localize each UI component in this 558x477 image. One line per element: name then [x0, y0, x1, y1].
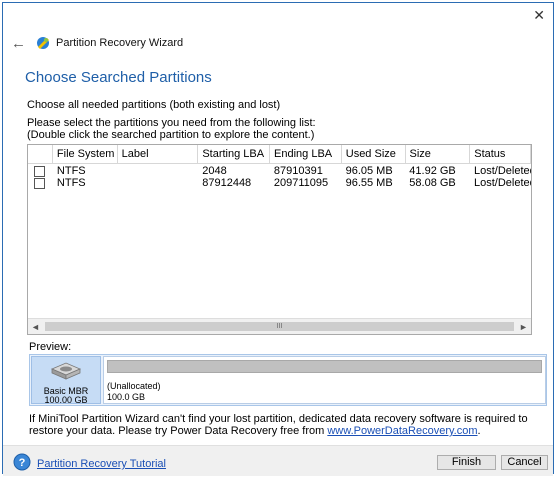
hard-disk-icon — [50, 362, 82, 380]
cell-size: 41.92 GB — [409, 165, 456, 177]
disk-size: 100.00 GB — [44, 395, 88, 405]
window-title: Partition Recovery Wizard — [56, 37, 184, 49]
svg-text:?: ? — [19, 457, 26, 469]
row-checkbox[interactable] — [34, 178, 45, 189]
scroll-thumb[interactable]: III — [45, 322, 514, 331]
partition-size: 100.0 GB — [107, 392, 146, 402]
cell-starting-lba: 2048 — [202, 165, 227, 177]
preview-label: Preview: — [29, 341, 72, 353]
cell-ending-lba: 87910391 — [273, 165, 323, 177]
cell-ending-lba: 209711095 — [273, 177, 329, 189]
page-heading: Choose Searched Partitions — [25, 69, 212, 86]
title-bar: ← Partition Recovery Wizard — [11, 33, 183, 53]
cell-file-system: NTFS — [56, 165, 86, 177]
instructions: Please select the partitions you need fr… — [27, 117, 316, 141]
help-icon[interactable]: ? — [13, 453, 31, 471]
column-header-starting-lba[interactable]: Starting LBA — [198, 145, 271, 163]
column-header-ending-lba[interactable]: Ending LBA — [270, 145, 342, 163]
close-icon[interactable]: ✕ — [533, 7, 545, 24]
column-header-status[interactable]: Status — [470, 145, 531, 163]
cell-used-size: 96.05 MB — [345, 165, 393, 177]
partition-block[interactable]: (Unallocated) 100.0 GB — [103, 356, 546, 404]
scroll-right-icon[interactable]: ► — [516, 322, 531, 332]
row-checkbox[interactable] — [34, 166, 45, 177]
finish-button[interactable]: Finish — [437, 455, 496, 470]
recovery-info-text: If MiniTool Partition Wizard can't find … — [29, 413, 549, 437]
column-header-select[interactable] — [28, 145, 53, 163]
column-header-label[interactable]: Label — [118, 145, 199, 163]
scroll-left-icon[interactable]: ◄ — [28, 322, 43, 332]
wizard-window: ✕ ← Partition Recovery Wizard Choose Sea… — [2, 2, 554, 476]
instruction-line-2: (Double click the searched partition to … — [27, 129, 315, 141]
power-data-recovery-link[interactable]: www.PowerDataRecovery.com — [327, 425, 477, 437]
back-arrow-icon[interactable]: ← — [11, 35, 29, 52]
column-header-used-size[interactable]: Used Size — [342, 145, 406, 163]
partition-name: (Unallocated) — [107, 381, 161, 391]
disk-preview: Basic MBR 100.00 GB (Unallocated) 100.0 … — [29, 354, 547, 406]
partition-recovery-tutorial-link[interactable]: Partition Recovery Tutorial — [37, 458, 166, 470]
cell-size: 58.08 GB — [409, 177, 456, 189]
partition-table: File System Label Starting LBA Ending LB… — [27, 144, 532, 335]
column-header-size[interactable]: Size — [406, 145, 471, 163]
column-header-file-system[interactable]: File System — [53, 145, 118, 163]
info-end: . — [477, 425, 481, 437]
horizontal-scrollbar[interactable]: ◄ III ► — [28, 318, 531, 334]
instruction-line-1: Please select the partitions you need fr… — [27, 117, 316, 129]
table-row[interactable]: NTFS 2048 87910391 96.05 MB 41.92 GB Los… — [28, 165, 531, 177]
cell-label — [118, 177, 199, 189]
cell-file-system: NTFS — [56, 177, 86, 189]
cell-label — [118, 165, 199, 177]
disk-block[interactable]: Basic MBR 100.00 GB — [31, 356, 101, 405]
cell-used-size: 96.55 MB — [345, 177, 393, 189]
cell-starting-lba: 87912448 — [202, 177, 252, 189]
cancel-button[interactable]: Cancel — [501, 455, 548, 470]
cell-status: Lost/Deleted — [474, 177, 532, 189]
cell-status: Lost/Deleted — [474, 165, 532, 177]
table-header: File System Label Starting LBA Ending LB… — [28, 145, 531, 164]
partition-usage-bar — [107, 360, 542, 373]
table-row[interactable]: NTFS 87912448 209711095 96.55 MB 58.08 G… — [28, 177, 531, 189]
scroll-track[interactable]: III — [43, 319, 516, 334]
footer-bar: ? Partition Recovery Tutorial Finish Can… — [3, 445, 553, 476]
page-subtitle: Choose all needed partitions (both exist… — [27, 99, 281, 111]
wizard-icon — [37, 37, 49, 49]
